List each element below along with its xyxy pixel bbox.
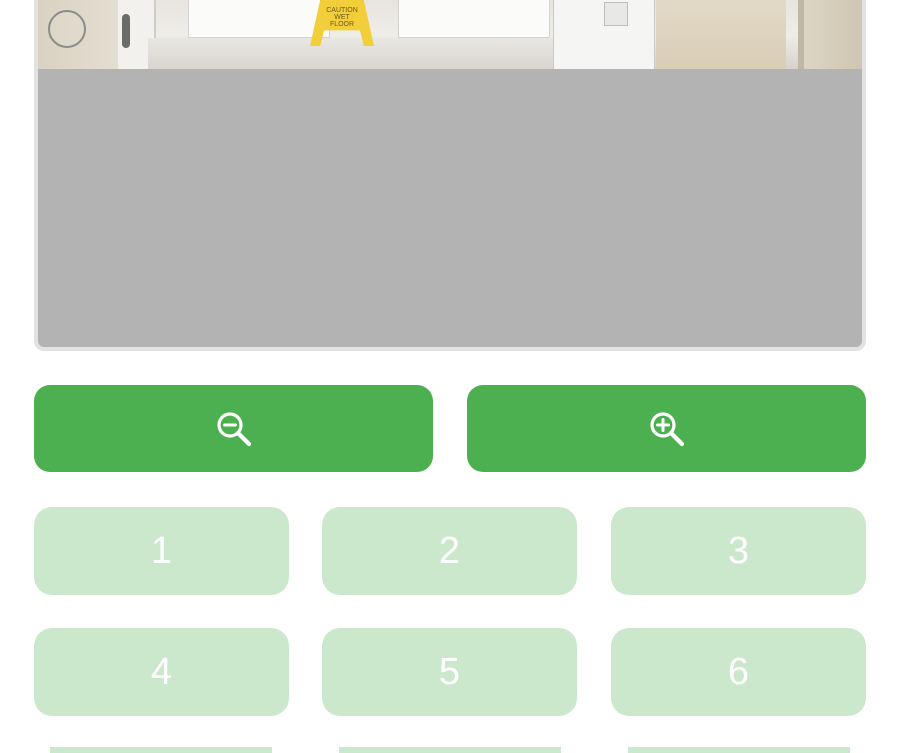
circle-marker-icon[interactable] (48, 10, 86, 48)
wall-panel (188, 0, 330, 38)
keypad-button-4[interactable]: 4 (34, 628, 289, 716)
keypad-label: 3 (727, 529, 750, 572)
keypad-button-2[interactable]: 2 (322, 507, 577, 595)
wall-panel (398, 0, 550, 38)
keypad-button-5[interactable]: 5 (322, 628, 577, 716)
keypad-button-partial[interactable] (628, 747, 850, 753)
camera-preview: CAUTION WET FLOOR (34, 0, 866, 351)
keypad-button-partial[interactable] (339, 747, 561, 753)
keypad-label: 4 (150, 650, 173, 693)
keypad-label: 6 (727, 650, 750, 693)
keypad-label: 1 (150, 529, 173, 572)
zoom-out-button[interactable] (34, 385, 433, 472)
cabinet-box (604, 2, 628, 26)
keypad-button-1[interactable]: 1 (34, 507, 289, 595)
zoom-in-icon (649, 411, 684, 446)
door (656, 0, 786, 69)
pillar-shadow (122, 14, 130, 48)
caution-sign-text: CAUTION WET FLOOR (326, 7, 358, 28)
keypad-label: 5 (438, 650, 461, 693)
zoom-in-button[interactable] (467, 385, 866, 472)
keypad-button-6[interactable]: 6 (611, 628, 866, 716)
wall-right (804, 0, 862, 69)
keypad-button-3[interactable]: 3 (611, 507, 866, 595)
zoom-out-icon (216, 411, 251, 446)
keypad-button-partial[interactable] (50, 747, 272, 753)
keypad-label: 2 (438, 529, 461, 572)
camera-image: CAUTION WET FLOOR (38, 0, 862, 69)
